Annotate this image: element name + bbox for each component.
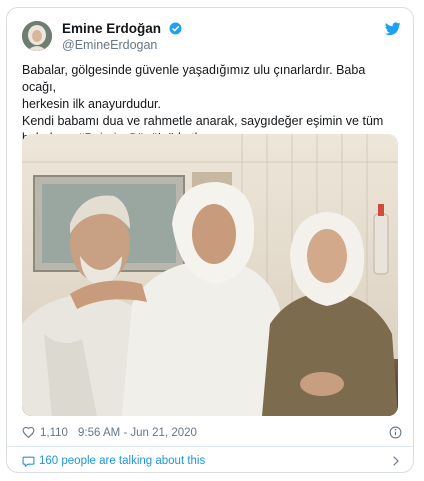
- author-name[interactable]: Emine Erdoğan: [62, 21, 161, 36]
- conversation-link[interactable]: 160 people are talking about this: [22, 454, 402, 470]
- heart-icon[interactable]: [22, 426, 35, 442]
- like-count[interactable]: 1,110: [40, 427, 68, 439]
- chevron-right-icon[interactable]: [390, 455, 402, 470]
- tweet-meta: 1,110 9:56 AM - Jun 21, 2020: [22, 425, 402, 443]
- conversation-count[interactable]: 160 people are talking about this: [39, 455, 205, 467]
- verified-badge-icon: [169, 22, 182, 38]
- author-handle[interactable]: @EmineErdogan: [62, 38, 157, 52]
- info-icon[interactable]: [389, 426, 402, 442]
- tweet-text-line: Kendi babamı dua ve rahmetle anarak, say…: [22, 114, 384, 128]
- twitter-bird-icon[interactable]: [384, 22, 401, 41]
- avatar[interactable]: [22, 21, 52, 51]
- family-photo-image: [22, 134, 398, 416]
- tweet-text-line: Babalar, gölgesinde güvenle yaşadığımız …: [22, 63, 366, 94]
- tweet-photo[interactable]: [22, 134, 398, 416]
- tweet-card[interactable]: Emine Erdoğan @EmineErdogan Babalar, göl…: [6, 7, 414, 473]
- divider: [7, 446, 413, 447]
- tweet-timestamp[interactable]: 9:56 AM - Jun 21, 2020: [78, 427, 197, 439]
- speech-bubble-icon: [22, 455, 35, 471]
- author-name-row[interactable]: Emine Erdoğan: [62, 21, 182, 38]
- avatar-image: [22, 21, 52, 51]
- tweet-text-line: herkesin ilk anayurdudur.: [22, 97, 161, 111]
